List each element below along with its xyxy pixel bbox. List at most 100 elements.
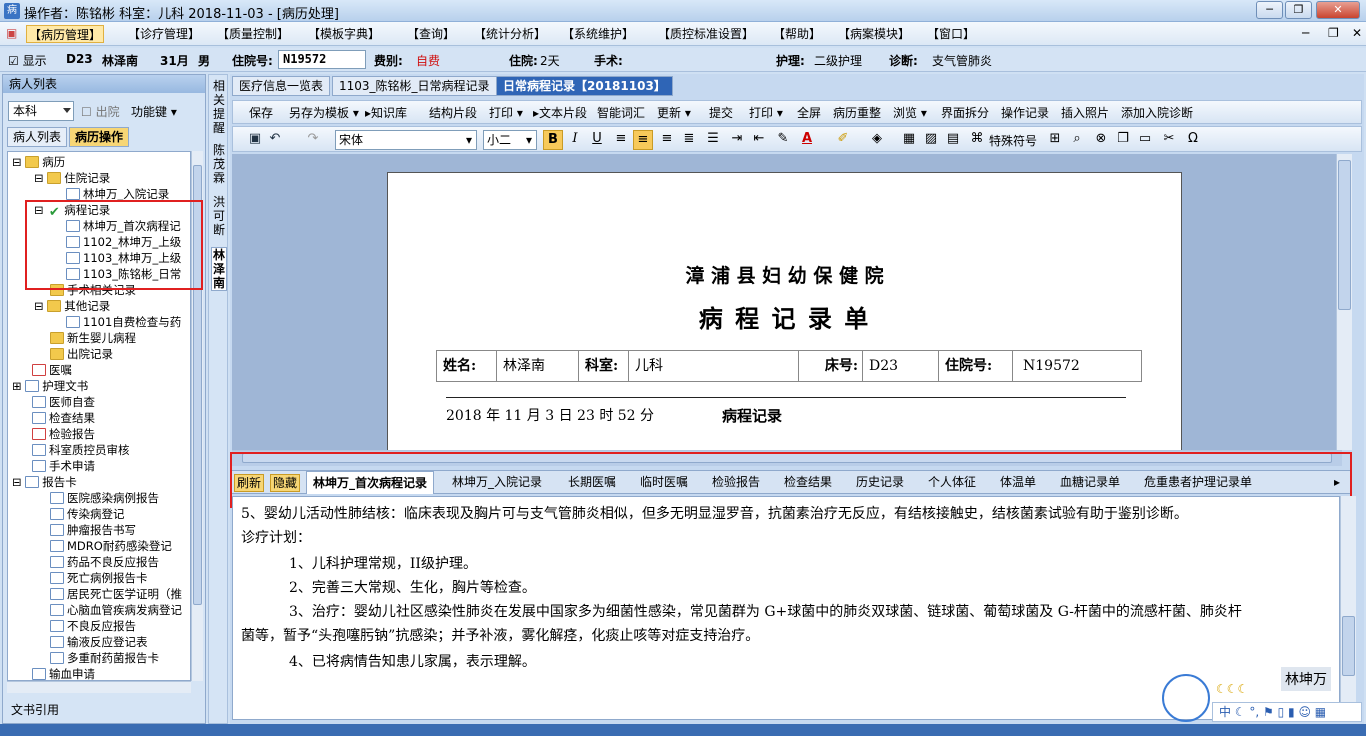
highlight-icon[interactable]: ✐ [833,130,853,150]
copy-icon[interactable]: ❐ [1113,130,1133,150]
tree-node[interactable]: 手术申请 [32,458,95,474]
tab-patient-list[interactable]: 病人列表 [7,127,68,147]
symbol-icon[interactable]: Ω [1183,130,1203,150]
dept-select[interactable]: 本科 [8,101,74,121]
font-select[interactable]: 宋体 ▾ [335,130,477,150]
tree-node[interactable]: 检验报告 [32,426,95,442]
menu-qc-standard[interactable]: 【质控标准设置】 [656,25,756,43]
font-color-icon[interactable]: A [797,130,817,150]
save-as-template-button[interactable]: 另存为模板 ▾ [289,104,359,121]
doc-vscrollbar[interactable] [1336,154,1352,450]
tree-node[interactable]: MDRO耐药感染登记 [50,538,172,554]
tree-node[interactable]: 传染病登记 [50,506,125,522]
patient-tab[interactable]: 林泽南 [211,247,227,291]
insert-icon[interactable]: ⊞ [1045,130,1065,150]
binoculars-icon[interactable]: ⊗ [1091,130,1111,150]
reminder-tab[interactable]: 相关提醒 [211,79,227,135]
menu-query[interactable]: 【查询】 [405,25,457,43]
tree-node[interactable]: 检查结果 [32,410,95,426]
menu-window[interactable]: 【窗口】 [925,25,977,43]
special-symbol-button[interactable]: 特殊符号 [989,132,1037,149]
cut-icon[interactable]: ✂ [1159,130,1179,150]
save-icon[interactable]: ▣ [247,131,263,147]
bold-button[interactable]: B [543,130,563,150]
tree-node[interactable]: ⊟ 病历 [12,154,65,170]
tree-node[interactable]: ⊟ 住院记录 [34,170,110,186]
doctor-tab[interactable]: 陈茂霖 [211,143,227,185]
operation-log-button[interactable]: 操作记录 [1001,104,1049,121]
redo-icon[interactable]: ↷ [305,131,321,147]
list-icon[interactable]: ☰ [703,130,723,150]
tree-node[interactable]: ⊞ 护理文书 [12,378,88,394]
tab-daily-progress[interactable]: 日常病程记录【20181103】 [496,76,673,96]
tree-node[interactable]: 多重耐药菌报告卡 [50,650,159,666]
mdi-minimize-icon[interactable]: ─ [1302,26,1309,40]
tree-node[interactable]: 肿瘤报告书写 [50,522,136,538]
tab-record-operation[interactable]: 病历操作 [69,127,130,147]
menu-medical-record[interactable]: 【病历管理】 [26,25,105,43]
save-button[interactable]: 保存 [249,104,273,121]
submit-button[interactable]: 提交 [709,104,733,121]
structure-fragment-button[interactable]: 结构片段 [429,104,477,121]
underline-button[interactable]: U [587,130,607,150]
print-button[interactable]: 打印 ▾ [749,104,783,121]
align-center-icon[interactable]: ≡ [633,130,653,150]
table-icon[interactable]: ▦ [899,130,919,150]
tree-node[interactable]: ⊟ 其他记录 [34,298,110,314]
menu-case-module[interactable]: 【病案模块】 [836,25,912,43]
text-fragment-button[interactable]: ▸文本片段 [533,104,587,121]
doc-reference-label[interactable]: 文书引用 [11,701,59,718]
tree-node[interactable]: 心脑血管疾病发病登记 [50,602,182,618]
restore-button[interactable]: ❐ [1285,1,1312,19]
tree-node[interactable]: ⊟ 报告卡 [12,474,77,490]
undo-icon[interactable]: ↶ [267,131,283,147]
menu-help[interactable]: 【帮助】 [771,25,823,43]
tree-node[interactable]: 死亡病例报告卡 [50,570,148,586]
update-dropdown[interactable]: 更新 ▾ [657,104,691,121]
search-icon[interactable]: ⌕ [1067,130,1087,150]
align-right-icon[interactable]: ≡ [657,130,677,150]
ime-circle[interactable] [1162,674,1210,722]
mdi-restore-icon[interactable]: ❐ [1328,26,1339,40]
split-view-button[interactable]: 界面拆分 [941,104,989,121]
insert-photo-button[interactable]: 插入照片 [1061,104,1109,121]
fill-icon[interactable]: ◈ [867,130,887,150]
admission-number-field[interactable]: N19572 [278,50,366,69]
text-vscrollbar[interactable] [1340,496,1356,720]
tree-node[interactable]: 药品不良反应报告 [50,554,159,570]
align-left-icon[interactable]: ≡ [611,130,631,150]
show-checkbox[interactable]: ☑ 显示 [8,52,47,69]
menu-template[interactable]: 【模板字典】 [306,25,382,43]
browse-dropdown[interactable]: 浏览 ▾ [893,104,927,121]
close-button[interactable]: ✕ [1316,1,1360,19]
menu-diagnosis[interactable]: 【诊疗管理】 [126,25,202,43]
tree-node[interactable]: 居民死亡医学证明（推 [50,586,182,602]
image-icon[interactable]: ▨ [921,130,941,150]
menu-quality[interactable]: 【质量控制】 [215,25,291,43]
field-icon[interactable]: ▤ [943,130,963,150]
tree-node[interactable]: 医嘱 [32,362,72,378]
print-dropdown[interactable]: 打印 ▾ [489,104,523,121]
doctor-tab[interactable]: 洪可断 [211,195,227,237]
indent-icon[interactable]: ⇥ [727,130,747,150]
paint-icon[interactable]: ✎ [773,130,793,150]
tree-node[interactable]: 医师自查 [32,394,95,410]
justify-icon[interactable]: ≣ [679,130,699,150]
reorganize-button[interactable]: 病历重整 [833,104,881,121]
tab-progress-note-file[interactable]: 1103_陈铭彬_日常病程记录 [332,76,497,96]
tree-node[interactable]: 不良反应报告 [50,618,136,634]
tab-medical-overview[interactable]: 医疗信息一览表 [232,76,331,96]
add-diagnosis-button[interactable]: 添加入院诊断 [1121,104,1193,121]
font-size-select[interactable]: 小二 ▾ [483,130,537,150]
menu-statistics[interactable]: 【统计分析】 [472,25,548,43]
ime-mode[interactable]: 中 [1219,705,1231,719]
function-key-button[interactable]: 功能键 ▾ [131,103,177,120]
outdent-icon[interactable]: ⇤ [749,130,769,150]
tree-node[interactable]: 科室质控员审核 [32,442,130,458]
tree-node[interactable]: 输液反应登记表 [50,634,148,650]
knowledge-base-button[interactable]: ▸知识库 [365,104,407,121]
menu-system[interactable]: 【系统维护】 [560,25,636,43]
ime-toolbar[interactable]: 中 ☾ °, ⚑ ▯ ▮ ☺ ▦ [1212,702,1362,722]
document-icon[interactable]: ▭ [1135,130,1155,150]
mdi-close-icon[interactable]: ✕ [1352,26,1362,40]
